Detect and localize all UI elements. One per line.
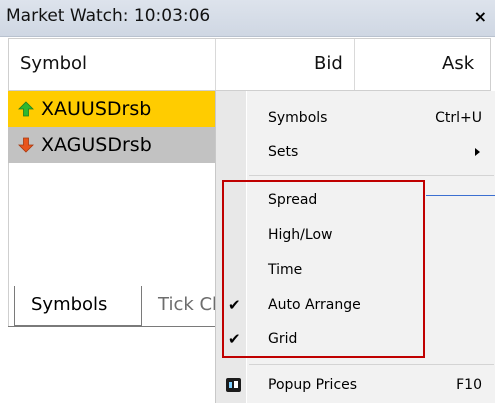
close-icon[interactable]: × [474,7,487,26]
market-watch-titlebar: Market Watch: 10:03:06 × [0,0,495,37]
tabs-baseline [8,326,215,327]
tab-symbols[interactable]: Symbols [14,286,142,326]
menu-item-label: Sets [268,144,299,160]
menu-item-sets[interactable]: Sets [216,135,495,169]
menu-item-label: Symbols [268,110,328,126]
menu-item-shortcut: Ctrl+U [435,110,482,126]
symbol-name: XAGUSDrsb [41,134,152,156]
highlight-annotation-box [222,180,425,358]
column-divider[interactable] [215,39,216,90]
column-divider[interactable] [354,39,355,90]
symbol-row-xagusdrsb[interactable]: XAGUSDrsb [8,127,215,163]
symbol-row-xauusdrsb[interactable]: XAUUSDrsb [8,91,215,127]
window-title: Market Watch: 10:03:06 [6,6,211,26]
up-arrow-icon [18,101,34,117]
tab-tick-chart[interactable]: Tick Chart [143,286,215,324]
down-arrow-icon [18,137,34,153]
menu-item-label: Popup Prices [268,377,358,393]
submenu-arrow-icon [475,148,480,156]
column-header-ask[interactable]: Ask [442,53,474,74]
chart-grid-line [426,195,495,196]
menu-item-symbols[interactable]: Symbols Ctrl+U [216,101,495,135]
symbol-name: XAUUSDrsb [41,98,152,120]
column-header-row: Symbol Bid Ask [8,38,491,91]
menu-item-shortcut: F10 [456,377,482,393]
menu-separator [249,364,494,365]
menu-separator [249,175,494,176]
menu-item-popup-prices[interactable]: Popup Prices F10 [216,368,495,402]
popup-prices-icon [226,378,241,392]
column-header-bid[interactable]: Bid [314,53,343,74]
column-header-symbol[interactable]: Symbol [20,53,87,74]
